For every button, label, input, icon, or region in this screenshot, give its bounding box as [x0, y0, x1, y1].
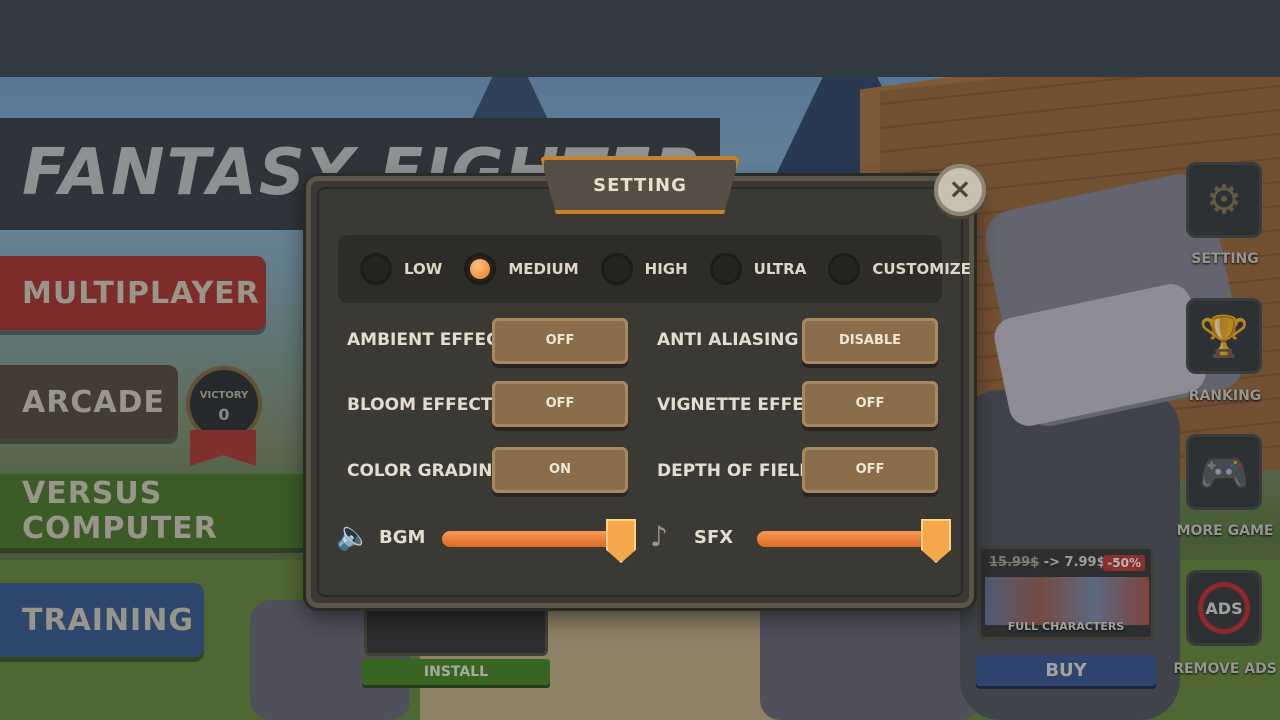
quality-option-low[interactable]: LOW: [360, 253, 442, 285]
quality-option-medium[interactable]: MEDIUM: [464, 253, 579, 285]
quality-selector: LOW MEDIUM HIGH ULTRA CUSTOMIZE: [338, 235, 971, 303]
sfx-slider[interactable]: [757, 519, 951, 563]
quality-option-label: LOW: [404, 260, 443, 278]
quality-radio[interactable]: [360, 253, 392, 285]
quality-option-customize[interactable]: CUSTOMIZE: [828, 253, 971, 285]
quality-option-ultra[interactable]: ULTRA: [709, 253, 807, 285]
anti-aliasing-label: ANTI ALIASING: [657, 330, 799, 350]
quality-option-label: ULTRA: [753, 260, 807, 278]
quality-option-label: HIGH: [644, 260, 688, 278]
quality-radio[interactable]: [600, 253, 633, 285]
color-grading-toggle[interactable]: ON: [492, 447, 628, 493]
ambient-effect-label: AMBIENT EFFECT: [347, 330, 511, 350]
quality-radio[interactable]: [709, 253, 742, 285]
depth-of-field-label: DEPTH OF FIELD: [657, 461, 814, 481]
color-grading-label: COLOR GRADING: [347, 461, 507, 481]
bloom-effect-label: BLOOM EFFECT: [347, 395, 493, 415]
vignette-effect-toggle[interactable]: OFF: [802, 381, 938, 427]
music-note-icon: ♪: [650, 520, 668, 553]
dialog-title: SETTING: [593, 174, 687, 196]
close-icon: ×: [948, 172, 972, 205]
depth-of-field-toggle[interactable]: OFF: [802, 447, 938, 493]
quality-option-label: MEDIUM: [508, 260, 579, 278]
bgm-label: BGM: [379, 527, 426, 548]
close-button[interactable]: ×: [934, 164, 986, 216]
dialog-title-plate: SETTING: [540, 156, 740, 214]
quality-radio[interactable]: [464, 253, 497, 285]
ambient-effect-toggle[interactable]: OFF: [492, 318, 628, 364]
sfx-slider-fill: [757, 531, 937, 547]
bgm-slider-fill: [442, 531, 622, 547]
speaker-icon: 🔈: [336, 519, 371, 552]
quality-option-label: CUSTOMIZE: [872, 260, 971, 278]
quality-option-high[interactable]: HIGH: [600, 253, 688, 285]
quality-radio[interactable]: [828, 253, 861, 285]
anti-aliasing-toggle[interactable]: DISABLE: [802, 318, 938, 364]
bgm-slider[interactable]: [442, 519, 636, 563]
bloom-effect-toggle[interactable]: OFF: [492, 381, 628, 427]
sfx-label: SFX: [694, 527, 734, 548]
